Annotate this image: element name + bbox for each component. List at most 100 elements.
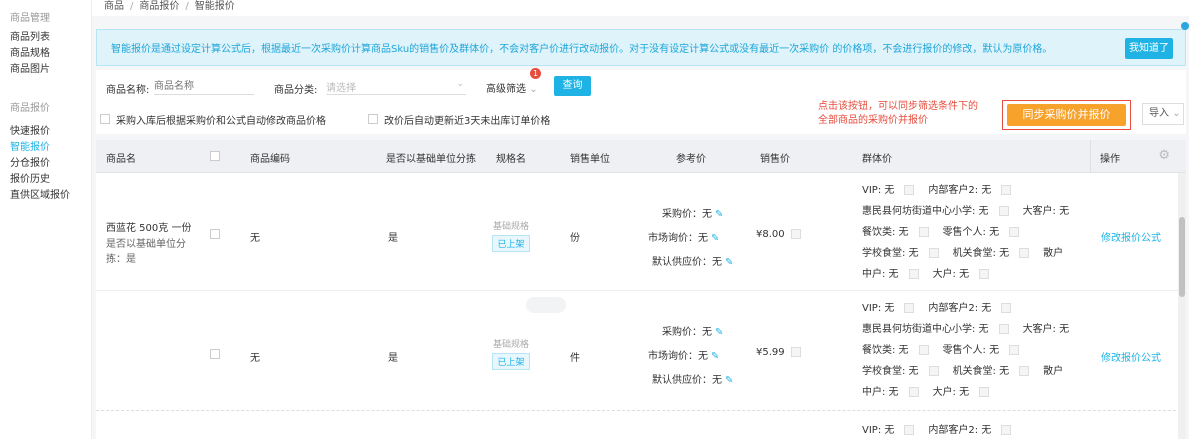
breadcrumb-goods[interactable]: 商品 <box>104 1 124 12</box>
market-price: 市场询价：无 <box>648 351 708 362</box>
row-checkbox[interactable] <box>210 229 220 239</box>
group-price-input[interactable] <box>918 227 929 237</box>
pencil-icon[interactable]: ✎ <box>715 209 723 220</box>
sale-price-cell: ¥5.99 <box>756 347 801 358</box>
sale-price-input[interactable] <box>790 347 801 357</box>
group-price-line: 学校食堂: 无 机关食堂: 无 散户 <box>862 362 1063 377</box>
group-price-vip: VIP: 无 <box>862 425 895 436</box>
name-filter-input[interactable] <box>154 79 254 95</box>
group-price-vip: VIP: 无 <box>862 303 895 314</box>
group-price-canteen: 学校食堂: 无 <box>862 366 919 377</box>
header-group: 群体价 <box>862 154 892 165</box>
pencil-icon[interactable]: ✎ <box>725 257 733 268</box>
category-placeholder: 请选择 <box>326 83 356 94</box>
chevron-down-icon: ⌄ <box>1172 108 1181 119</box>
group-price-input[interactable] <box>1009 345 1020 355</box>
sidebar-item-direct-supply-quote[interactable]: 直供区域报价 <box>0 188 91 204</box>
group-price-line: 中户: 无 大户: 无 <box>862 383 990 398</box>
group-price-input[interactable] <box>904 425 915 435</box>
sidebar-item-quote-history[interactable]: 报价历史 <box>0 172 91 188</box>
group-price-gov-canteen: 机关食堂: 无 <box>952 366 1010 377</box>
group-price-input[interactable] <box>904 303 915 313</box>
breadcrumb-quote[interactable]: 商品报价 <box>139 1 179 12</box>
sync-highlight-box: 同步采购价并报价 <box>1002 100 1131 130</box>
auto-update-price-checkbox[interactable] <box>100 114 110 124</box>
group-price-input[interactable] <box>979 387 990 397</box>
sidebar-item-quick-quote[interactable]: 快速报价 <box>0 124 91 140</box>
category-select[interactable]: 请选择 ⌄ <box>326 79 466 95</box>
on-shelf-tag: 已上架 <box>492 235 530 252</box>
group-price-input[interactable] <box>908 269 919 279</box>
pencil-icon[interactable]: ✎ <box>715 327 723 338</box>
group-price-canteen: 学校食堂: 无 <box>862 248 919 259</box>
group-price-input[interactable] <box>928 366 939 376</box>
supplier-price: 默认供应价：无 <box>652 257 722 268</box>
price-table: 商品名 商品编码 是否以基础单位分拣 规格名 销售单位 参考价 销售价 群体价 … <box>96 140 1186 439</box>
advanced-filter-toggle[interactable]: 高级筛选 ⌄ <box>486 80 538 95</box>
sale-unit: 份 <box>570 233 580 244</box>
dismiss-notice-button[interactable]: 我知道了 <box>1125 38 1173 59</box>
sidebar-group-goods: 商品管理 <box>10 13 50 24</box>
row-checkbox[interactable] <box>210 349 220 359</box>
group-price-line: 惠民县何坊街道中心小学: 无 大客户: 无 <box>862 202 1069 217</box>
group-price-line: VIP: 无 内部客户2: 无 <box>862 299 1012 314</box>
header-base-unit: 是否以基础单位分拣 <box>386 154 476 165</box>
category-filter-label: 商品分类: <box>274 85 318 96</box>
group-price-input[interactable] <box>998 324 1009 334</box>
group-price-catering: 餐饮类: 无 <box>862 345 909 356</box>
annotation-line: 全部商品的采购价并报价 <box>818 115 928 126</box>
table-row: VIP: 无 内部客户2: 无 <box>96 411 1186 439</box>
sidebar-item-goods-images[interactable]: 商品图片 <box>0 62 91 78</box>
sidebar-item-goods-spec[interactable]: 商品规格 <box>0 46 91 62</box>
pencil-icon[interactable]: ✎ <box>711 233 719 244</box>
pencil-icon[interactable]: ✎ <box>711 351 719 362</box>
header-unit: 销售单位 <box>570 154 610 165</box>
product-code: 无 <box>250 233 260 244</box>
sidebar-item-goods-list[interactable]: 商品列表 <box>0 30 91 46</box>
group-price-input[interactable] <box>904 185 915 195</box>
group-price-input[interactable] <box>1019 366 1030 376</box>
group-price-input[interactable] <box>1001 425 1012 435</box>
group-price-input[interactable] <box>908 387 919 397</box>
product-code: 无 <box>250 353 260 364</box>
edit-formula-link[interactable]: 修改报价公式 <box>1101 229 1161 244</box>
notice-text: 智能报价是通过设定计算公式后，根据最近一次采购价计算商品Sku的销售价及群体价，… <box>111 44 1053 55</box>
gear-icon[interactable]: ⚙ <box>1158 148 1170 163</box>
sale-price-input[interactable] <box>790 229 801 239</box>
group-price-retail: 零售个人: 无 <box>942 227 1000 238</box>
group-price-input[interactable] <box>928 248 939 258</box>
group-price-line: 学校食堂: 无 机关食堂: 无 散户 <box>862 244 1063 259</box>
group-price-input[interactable] <box>979 269 990 279</box>
auto-update-orders-checkbox[interactable] <box>368 114 378 124</box>
group-price-medium: 中户: 无 <box>862 269 899 280</box>
table-scrollbar[interactable] <box>1178 173 1186 439</box>
pencil-icon[interactable]: ✎ <box>725 375 733 386</box>
main-content: 商品 / 商品报价 / 智能报价 智能报价是通过设定计算公式后，根据最近一次采购价计算商… <box>92 0 1189 439</box>
group-price-input[interactable] <box>1001 303 1012 313</box>
column-divider <box>1090 140 1091 173</box>
header-spec: 规格名 <box>496 154 526 165</box>
scrollbar-thumb[interactable] <box>1179 217 1185 297</box>
group-price-school: 惠民县何坊街道中心小学: 无 <box>862 206 989 217</box>
sidebar-item-smart-quote[interactable]: 智能报价 <box>0 140 91 156</box>
sync-annotation: 点击该按钮，可以同步筛选条件下的 全部商品的采购价并报价 <box>818 100 978 128</box>
group-price-internal: 内部客户2: 无 <box>928 303 992 314</box>
filter-bar: 商品名称: 商品分类: 请选择 ⌄ 高级筛选 ⌄ 1 查询 采购入库后根据采购价… <box>96 68 1186 134</box>
query-button[interactable]: 查询 <box>554 76 591 96</box>
sale-price: ¥5.99 <box>756 347 785 358</box>
group-price-input[interactable] <box>998 206 1009 216</box>
product-name: 西蓝花 500克 一份 <box>106 223 192 234</box>
spec-cell: 基础规格 已上架 <box>488 337 534 370</box>
group-price-input[interactable] <box>918 345 929 355</box>
edit-formula-link[interactable]: 修改报价公式 <box>1101 349 1161 364</box>
sidebar-item-warehouse-quote[interactable]: 分仓报价 <box>0 156 91 172</box>
group-price-gov-canteen: 机关食堂: 无 <box>952 248 1010 259</box>
group-price-input[interactable] <box>1009 227 1020 237</box>
group-price-line: 餐饮类: 无 零售个人: 无 <box>862 341 1020 356</box>
import-button[interactable]: 导入 ⌄ <box>1142 103 1184 125</box>
select-all-checkbox[interactable] <box>210 151 220 161</box>
group-price-input[interactable] <box>1019 248 1030 258</box>
sync-purchase-price-button[interactable]: 同步采购价并报价 <box>1007 104 1126 126</box>
group-price-input[interactable] <box>1001 185 1012 195</box>
breadcrumb-smart-quote: 智能报价 <box>194 1 235 12</box>
